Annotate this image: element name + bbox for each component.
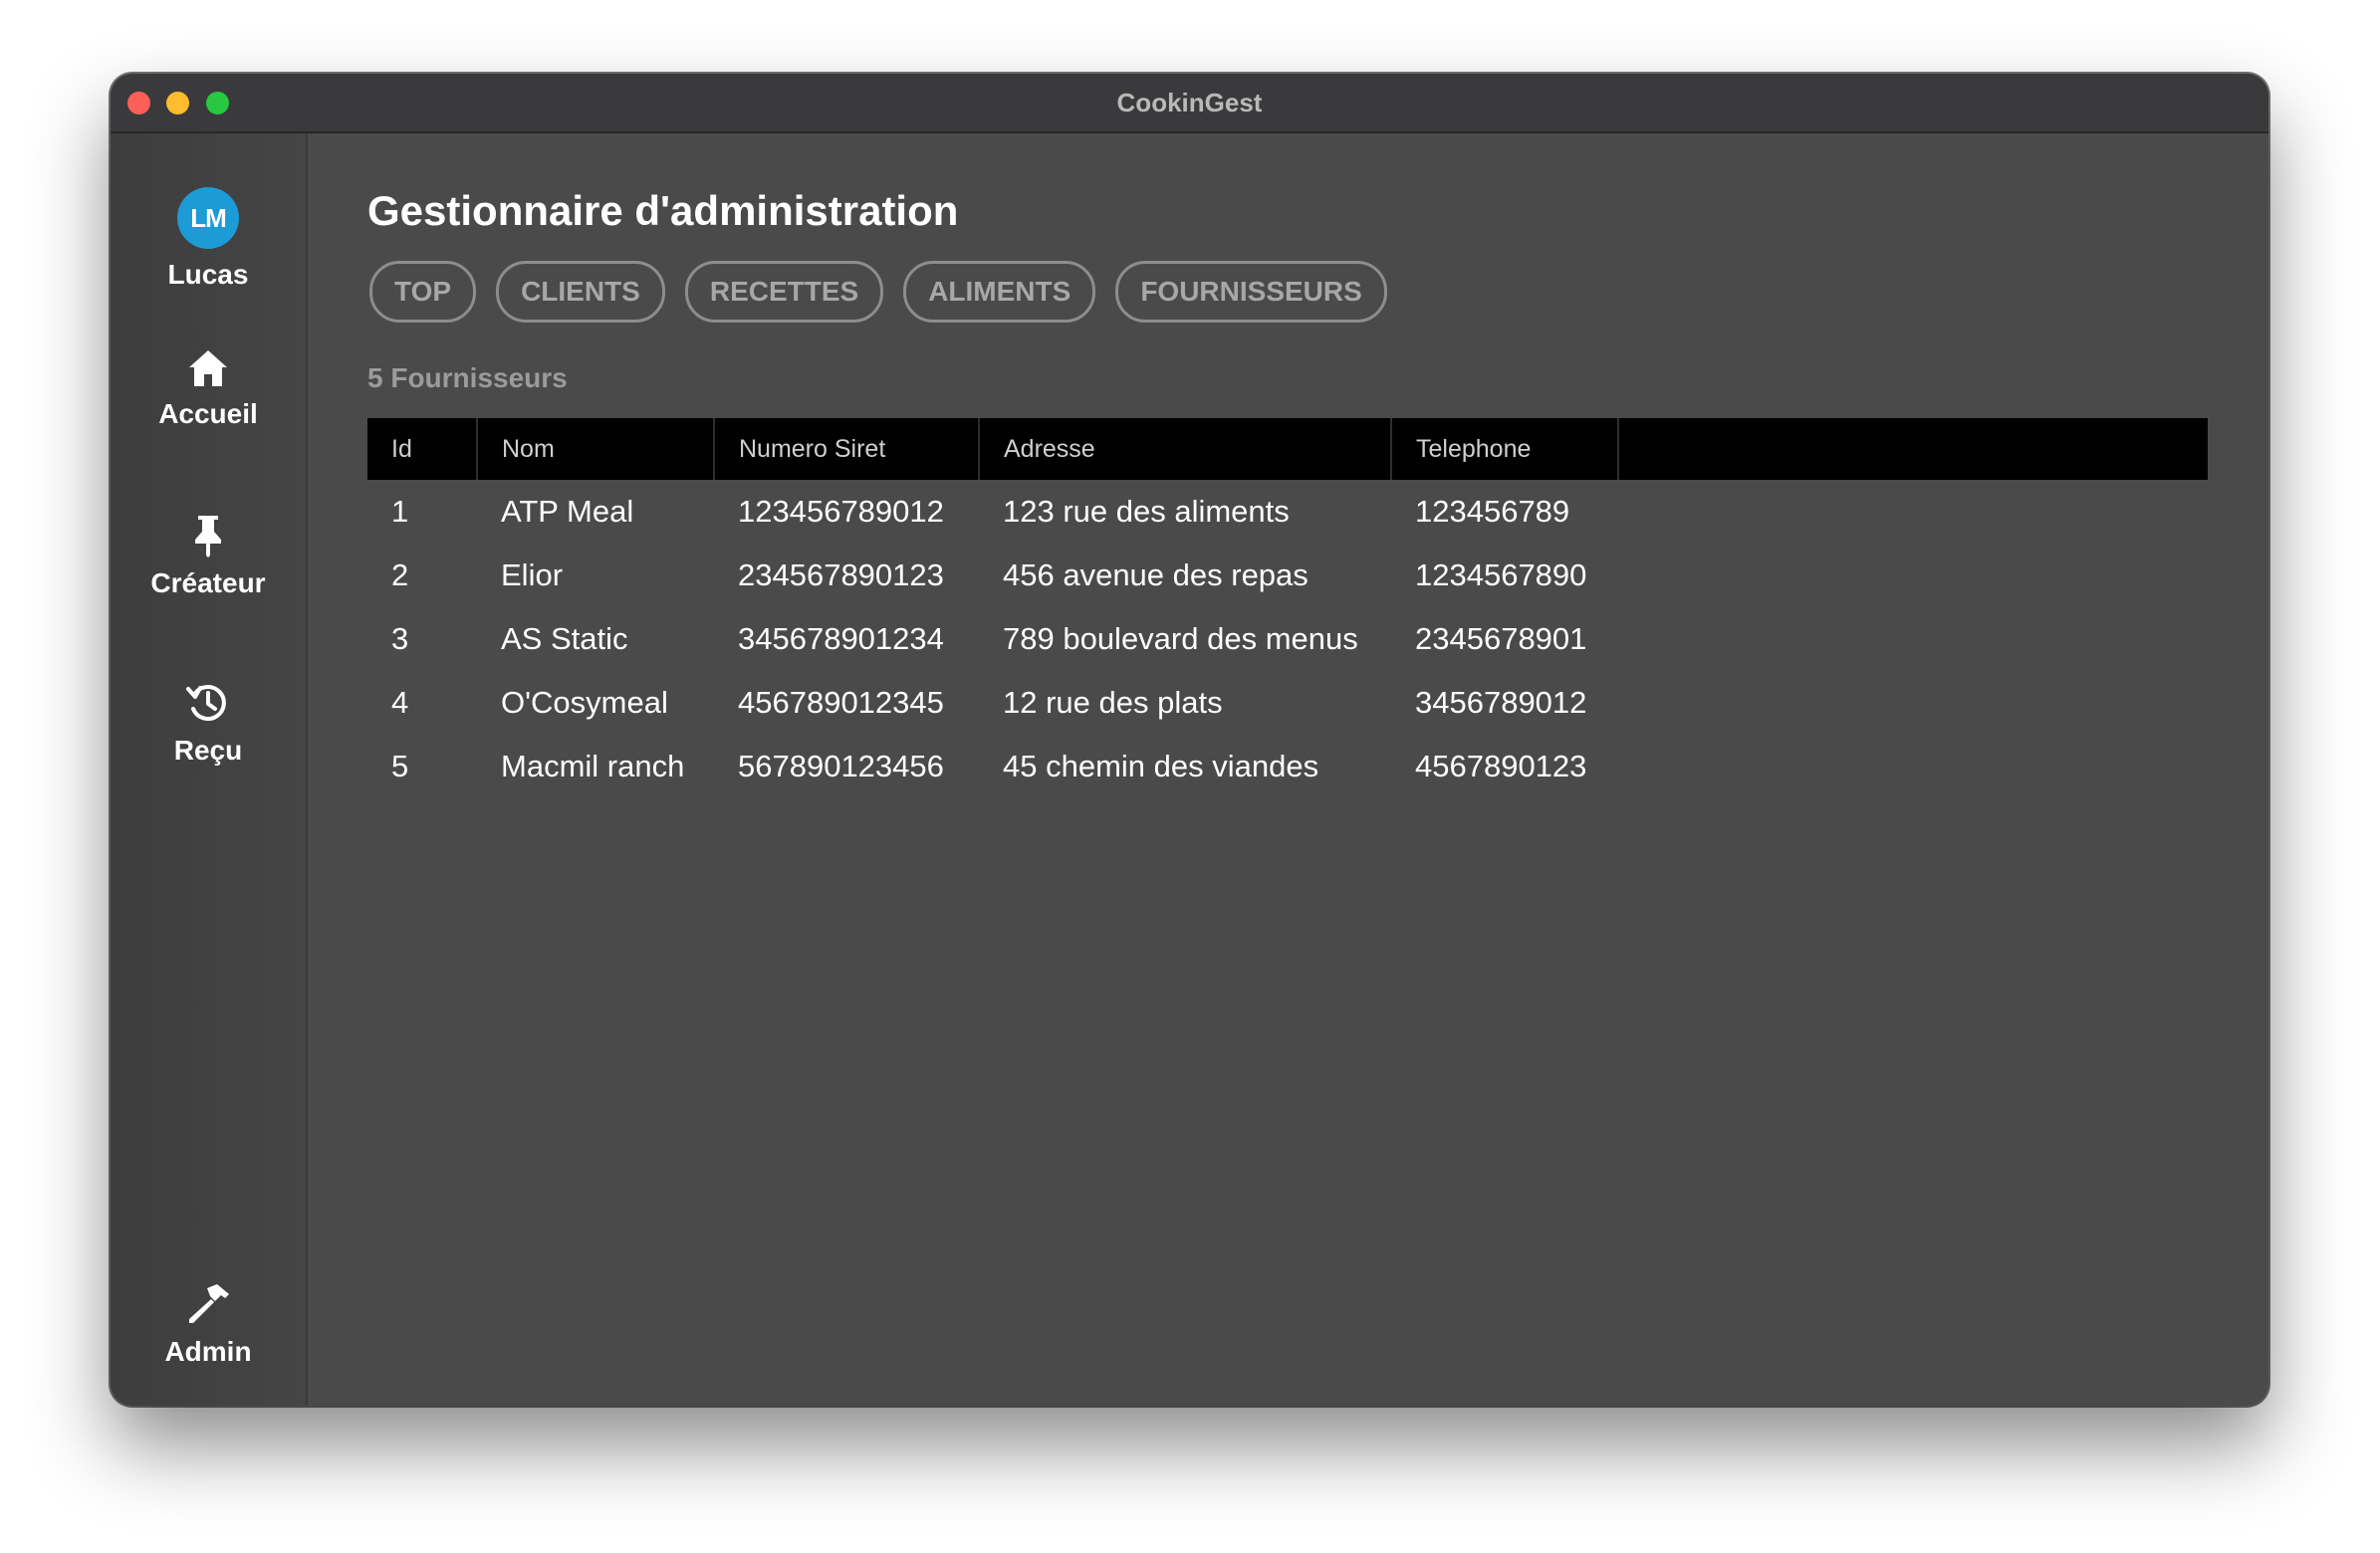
cell-id: 5 (391, 749, 409, 783)
sidebar-item-admin[interactable]: Admin (111, 1282, 306, 1368)
sidebar-item-label: Admin (164, 1336, 252, 1367)
cell-nom: Elior (501, 557, 564, 592)
supplier-count: 5 Fournisseurs (367, 362, 568, 393)
sidebar-item-label: Créateur (150, 567, 266, 598)
tab-top[interactable]: TOP (369, 261, 477, 323)
column-header-siret[interactable]: Numero Siret (714, 418, 980, 480)
sidebar-user[interactable]: LM Lucas (111, 187, 306, 291)
cell-siret: 234567890123 (738, 557, 944, 592)
cell-siret: 456789012345 (738, 685, 944, 720)
cell-telephone: 123456789 (1415, 494, 1570, 529)
table-row[interactable]: 4 O'Cosymeal 456789012345 12 rue des pla… (367, 671, 2208, 735)
cell-id: 3 (391, 621, 409, 656)
cell-id: 1 (391, 494, 409, 529)
sidebar-item-accueil[interactable]: Accueil (111, 348, 306, 430)
cell-telephone: 3456789012 (1415, 685, 1587, 720)
cell-telephone: 1234567890 (1415, 557, 1587, 592)
sidebar-item-recu[interactable]: Reçu (111, 681, 306, 767)
cell-id: 2 (391, 557, 409, 592)
table-row[interactable]: 2 Elior 234567890123 456 avenue des repa… (367, 544, 2208, 607)
cell-telephone: 2345678901 (1415, 621, 1587, 656)
cell-filler (1618, 544, 2208, 607)
cell-nom: O'Cosymeal (501, 685, 668, 720)
home-icon (189, 350, 227, 386)
column-header-filler (1618, 418, 2208, 480)
history-icon (186, 685, 226, 721)
tab-clients[interactable]: CLIENTS (496, 261, 665, 323)
cell-siret: 345678901234 (738, 621, 944, 656)
cell-telephone: 4567890123 (1415, 749, 1587, 783)
cell-filler (1618, 671, 2208, 735)
page-title: Gestionnaire d'administration (367, 187, 959, 234)
title-bar: CookinGest (111, 74, 2268, 133)
column-header-adresse[interactable]: Adresse (979, 418, 1392, 480)
table-row[interactable]: 3 AS Static 345678901234 789 boulevard d… (367, 607, 2208, 671)
cell-id: 4 (391, 685, 409, 720)
cell-filler (1618, 607, 2208, 671)
sidebar-item-label: Reçu (173, 735, 243, 766)
cell-nom: ATP Meal (501, 494, 634, 529)
hammer-icon (189, 1284, 229, 1323)
tab-recettes[interactable]: RECETTES (684, 261, 884, 323)
avatar: LM (177, 187, 239, 249)
user-name: Lucas (167, 259, 249, 290)
sidebar-item-createur[interactable]: Créateur (111, 514, 306, 599)
main-content: Gestionnaire d'administration TOP CLIENT… (308, 133, 2268, 1406)
app-window: CookinGest LM Lucas Accueil Créateur Reç… (111, 74, 2268, 1406)
cell-filler (1618, 480, 2208, 544)
cell-nom: Macmil ranch (501, 749, 685, 783)
pin-icon (195, 516, 221, 557)
cell-adresse: 45 chemin des viandes (1003, 749, 1319, 783)
cell-nom: AS Static (501, 621, 628, 656)
column-header-nom[interactable]: Nom (477, 418, 715, 480)
tab-aliments[interactable]: ALIMENTS (903, 261, 1096, 323)
cell-siret: 123456789012 (738, 494, 944, 529)
table-header-row: Id Nom Numero Siret Adresse Telephone (367, 418, 2208, 480)
tab-fournisseurs[interactable]: FOURNISSEURS (1115, 261, 1387, 323)
window-title: CookinGest (1116, 88, 1263, 117)
cell-adresse: 123 rue des aliments (1003, 494, 1290, 529)
suppliers-table: Id Nom Numero Siret Adresse Telephone 1 … (367, 418, 2208, 798)
cell-filler (1618, 735, 2208, 798)
tab-bar: TOP CLIENTS RECETTES ALIMENTS FOURNISSEU… (369, 261, 1407, 323)
sidebar: LM Lucas Accueil Créateur Reçu Admin (111, 133, 308, 1406)
sidebar-item-label: Accueil (158, 398, 258, 429)
table-row[interactable]: 1 ATP Meal 123456789012 123 rue des alim… (367, 480, 2208, 544)
cell-adresse: 12 rue des plats (1003, 685, 1223, 720)
table-row[interactable]: 5 Macmil ranch 567890123456 45 chemin de… (367, 735, 2208, 798)
cell-adresse: 789 boulevard des menus (1003, 621, 1358, 656)
cell-siret: 567890123456 (738, 749, 944, 783)
column-header-id[interactable]: Id (367, 418, 478, 480)
cell-adresse: 456 avenue des repas (1003, 557, 1309, 592)
column-header-telephone[interactable]: Telephone (1391, 418, 1619, 480)
